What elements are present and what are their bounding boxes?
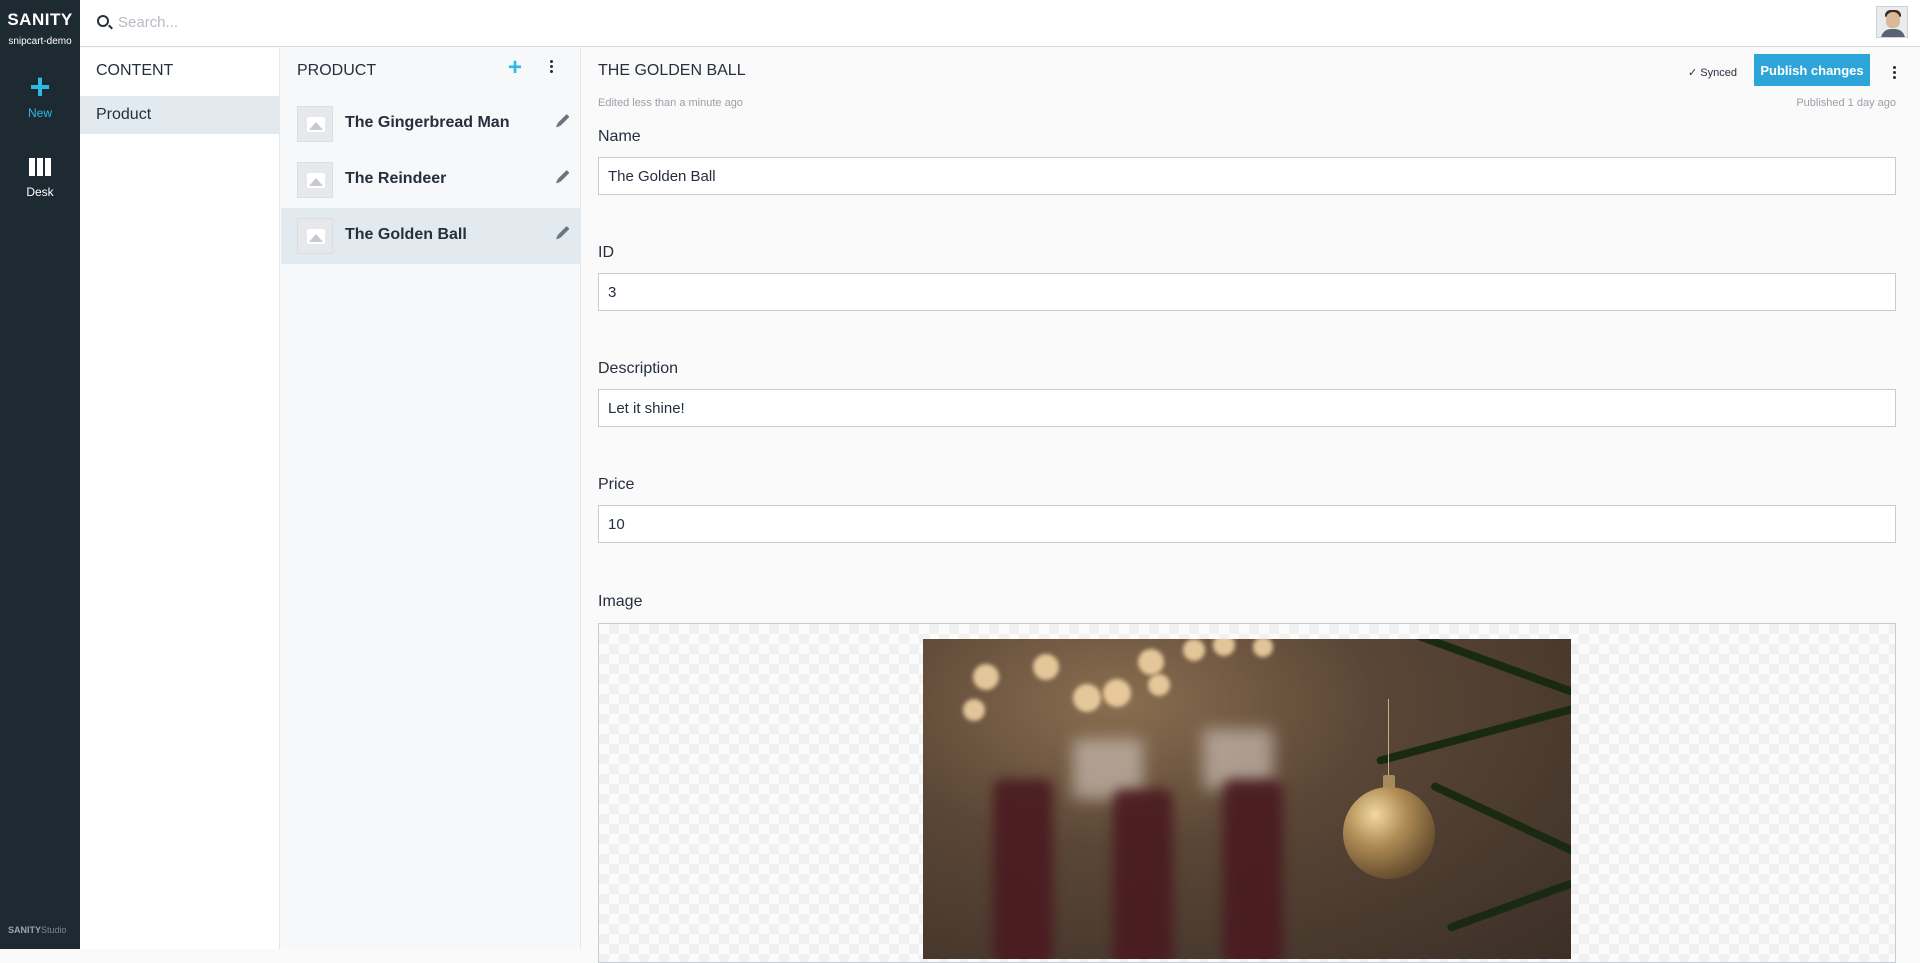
pencil-icon <box>557 225 570 239</box>
edited-status: Edited less than a minute ago <box>598 97 743 109</box>
content-item-product[interactable]: Product <box>80 96 279 134</box>
list-item-selected[interactable]: The Golden Ball <box>281 208 580 264</box>
brand-logo: SANITY <box>7 10 73 29</box>
list-item-label: The Golden Ball <box>345 226 467 243</box>
list-item[interactable]: The Reindeer <box>281 152 580 208</box>
list-item-label: The Reindeer <box>345 170 447 187</box>
pane-menu-icon[interactable] <box>543 58 559 80</box>
id-field[interactable] <box>598 273 1896 311</box>
studio-sidebar: SANITY snipcart-demo + New Desk SANITYSt… <box>0 0 80 949</box>
add-product-button[interactable]: + <box>503 56 527 80</box>
list-item[interactable]: The Gingerbread Man <box>281 96 580 152</box>
id-label: ID <box>598 244 614 261</box>
list-item-label: The Gingerbread Man <box>345 114 510 131</box>
top-bar <box>80 0 1920 47</box>
price-label: Price <box>598 476 635 493</box>
price-field[interactable] <box>598 505 1896 543</box>
name-field[interactable] <box>598 157 1896 195</box>
document-title: THE GOLDEN BALL <box>598 62 746 79</box>
content-item-label: Product <box>96 106 152 123</box>
image-label: Image <box>598 593 643 610</box>
user-avatar[interactable] <box>1876 6 1908 38</box>
content-pane: CONTENT Product <box>80 48 280 949</box>
plus-icon: + <box>29 66 51 107</box>
new-document-button[interactable]: + New <box>0 66 80 121</box>
product-pane-title: PRODUCT <box>297 62 377 79</box>
desk-icon <box>29 158 51 176</box>
project-name: snipcart-demo <box>8 36 72 47</box>
search-icon <box>97 15 109 27</box>
document-menu-icon[interactable] <box>1889 64 1899 84</box>
image-placeholder-icon <box>297 106 333 142</box>
publish-button[interactable]: Publish changes <box>1754 54 1870 86</box>
image-placeholder-icon <box>297 162 333 198</box>
product-list-pane: PRODUCT + The Gingerbread Man The Reinde… <box>281 48 581 949</box>
content-pane-title: CONTENT <box>96 62 174 79</box>
pencil-icon <box>557 113 570 127</box>
description-label: Description <box>598 360 679 377</box>
brand[interactable]: SANITY snipcart-demo <box>0 10 80 47</box>
ornament <box>1343 787 1435 879</box>
sync-status: ✓ Synced <box>1688 67 1737 79</box>
image-field[interactable] <box>598 623 1896 963</box>
pencil-icon <box>557 169 570 183</box>
description-field[interactable] <box>598 389 1896 427</box>
studio-logo: SANITYStudio <box>8 925 67 935</box>
desk-label: Desk <box>26 185 54 199</box>
document-editor: THE GOLDEN BALL Edited less than a minut… <box>582 48 1920 963</box>
product-image <box>923 639 1571 959</box>
new-label: New <box>27 106 52 120</box>
published-status: Published 1 day ago <box>1796 97 1896 109</box>
desk-tool-button[interactable]: Desk <box>0 158 80 199</box>
search-input[interactable] <box>118 10 1718 34</box>
name-label: Name <box>598 128 641 145</box>
image-placeholder-icon <box>297 218 333 254</box>
